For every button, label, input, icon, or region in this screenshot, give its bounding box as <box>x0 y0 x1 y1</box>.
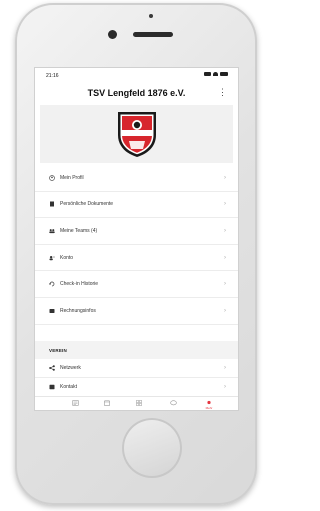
bottom-tab-bar: Mehr <box>35 396 238 410</box>
account-icon <box>49 255 55 261</box>
front-camera <box>108 30 117 39</box>
chevron-right-icon: › <box>224 201 226 208</box>
chevron-right-icon: › <box>224 254 226 261</box>
invoice-icon <box>49 308 55 314</box>
signal-icon <box>204 72 211 76</box>
calendar-icon <box>104 400 110 406</box>
app-screen: 21:16 TSV Lengfeld 1876 e.V. ⋮ Mein Prof… <box>34 67 239 411</box>
document-icon <box>49 201 55 207</box>
chat-icon <box>169 400 177 406</box>
status-time: 21:16 <box>46 73 59 79</box>
more-icon <box>207 400 211 405</box>
status-bar: 21:16 <box>35 68 238 82</box>
menu-item-contact[interactable]: Kontakt › <box>35 378 238 397</box>
menu-item-invoice[interactable]: Rechnungsinfos › <box>35 298 238 325</box>
menu-item-network[interactable]: Netzwerk › <box>35 359 238 378</box>
menu-item-label: Netzwerk <box>60 365 81 371</box>
status-icons <box>204 72 228 76</box>
app-header: TSV Lengfeld 1876 e.V. ⋮ <box>35 82 238 104</box>
battery-icon <box>220 72 228 76</box>
club-logo <box>118 112 156 157</box>
checkin-history-icon <box>49 281 55 287</box>
menu-item-label: Konto <box>60 254 74 261</box>
menu-item-label: Check-in Historie <box>60 281 99 288</box>
menu-item-profile[interactable]: Mein Profil › <box>35 165 238 192</box>
tab-grid[interactable] <box>133 400 145 410</box>
chevron-right-icon: › <box>224 384 226 390</box>
menu-item-checkin-history[interactable]: Check-in Historie › <box>35 271 238 298</box>
proximity-sensor <box>149 14 153 18</box>
chevron-right-icon: › <box>224 365 226 371</box>
section-header-club: VEREIN <box>35 341 238 359</box>
tab-calendar[interactable] <box>101 400 113 410</box>
earpiece-speaker <box>133 32 173 37</box>
menu-item-account[interactable]: Konto › <box>35 245 238 272</box>
menu-item-label: Kontakt <box>60 384 77 390</box>
wifi-icon <box>213 72 218 76</box>
page-title: TSV Lengfeld 1876 e.V. <box>87 88 186 98</box>
menu-item-documents[interactable]: Persönliche Dokumente › <box>35 192 238 219</box>
section-label: VEREIN <box>49 348 67 353</box>
more-options-icon[interactable]: ⋮ <box>218 87 227 98</box>
menu-item-label: Persönliche Dokumente <box>60 201 114 208</box>
profile-icon <box>49 174 55 181</box>
chevron-right-icon: › <box>224 281 226 288</box>
chevron-right-icon: › <box>224 174 226 181</box>
club-menu: Netzwerk › Kontakt › <box>35 359 238 397</box>
grid-icon <box>136 400 142 406</box>
team-icon <box>49 228 55 234</box>
chevron-right-icon: › <box>224 227 226 234</box>
club-logo-banner <box>40 105 233 163</box>
contact-icon <box>49 384 55 390</box>
tab-more-label: Mehr <box>205 406 213 410</box>
tab-more[interactable]: Mehr <box>203 400 215 410</box>
menu-item-label: Mein Profil <box>60 174 84 181</box>
share-icon <box>49 365 55 371</box>
tab-chat[interactable] <box>167 400 179 410</box>
home-button[interactable] <box>122 418 182 478</box>
menu-item-label: Rechnungsinfos <box>60 307 96 314</box>
menu-item-label: Meine Teams (4) <box>60 227 98 234</box>
news-icon <box>71 400 79 406</box>
menu-item-teams[interactable]: Meine Teams (4) › <box>35 218 238 245</box>
tab-news[interactable] <box>69 400 81 410</box>
chevron-right-icon: › <box>224 307 226 314</box>
profile-menu: Mein Profil › Persönliche Dokumente › Me… <box>35 165 238 325</box>
